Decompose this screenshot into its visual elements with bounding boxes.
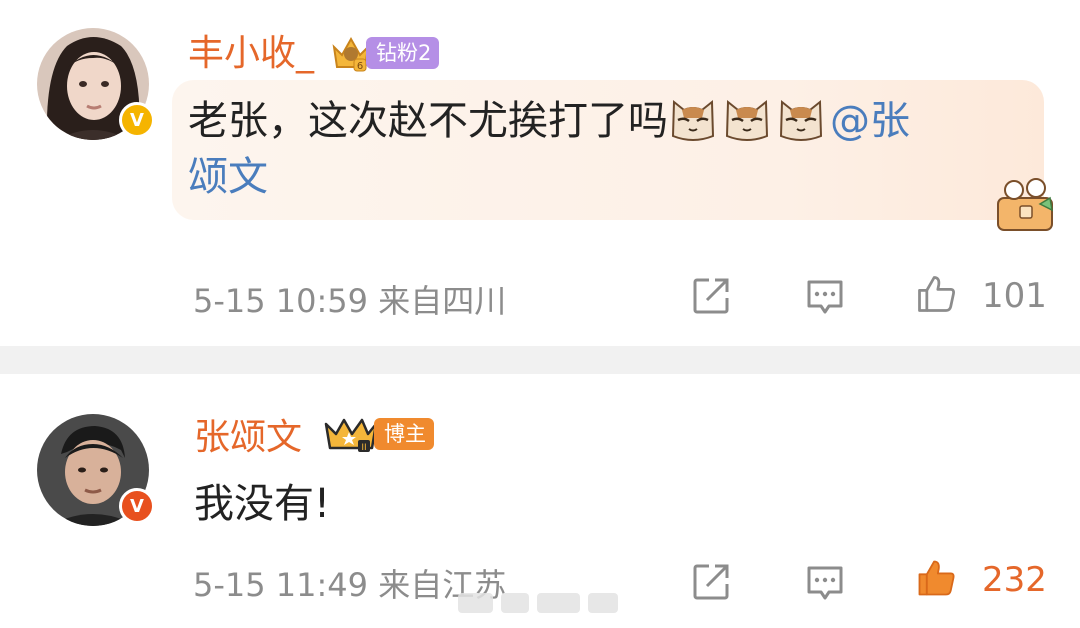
verified-badge-icon: V <box>119 102 155 138</box>
avatar[interactable]: V <box>37 28 155 140</box>
avatar[interactable]: V <box>37 414 155 526</box>
bubble-sticker-decoration-icon <box>997 178 1053 231</box>
username[interactable]: 丰小收_ <box>188 32 314 76</box>
watermark <box>458 593 618 615</box>
comment-divider <box>0 346 1080 374</box>
medal-label: 博主 <box>374 418 434 450</box>
mention-link-continued[interactable]: 颂文 <box>188 154 268 200</box>
cat-face-emoji-icon <box>671 99 715 141</box>
like-count: 232 <box>982 560 1047 600</box>
thumbs-up-icon[interactable] <box>914 272 958 316</box>
username[interactable]: 张颂文 <box>194 416 302 460</box>
fan-medal[interactable]: 6 钻粉2 <box>330 33 440 73</box>
share-icon[interactable] <box>689 274 733 318</box>
comment-item: V 张颂文 II 博主 我没有! 5-15 11:49 来自江苏 232 <box>0 374 1080 628</box>
share-icon[interactable] <box>689 560 733 604</box>
comment-text: 我没有! <box>194 481 331 527</box>
thumbs-up-liked-icon[interactable] <box>914 556 958 600</box>
blogger-medal[interactable]: II 博主 <box>322 414 434 454</box>
medal-label: 钻粉2 <box>366 37 440 69</box>
cat-face-emoji-icon <box>779 99 823 141</box>
verified-badge-icon: V <box>119 488 155 524</box>
like-count: 101 <box>982 276 1047 316</box>
comment-item: V 丰小收_ 6 钻粉2 老张，这次赵不尤挨打了吗 @张 颂文 5-15 10:5… <box>0 0 1080 346</box>
comment-text: 老张，这次赵不尤挨打了吗 @张 颂文 <box>188 93 988 205</box>
cat-face-emoji-icon <box>725 99 769 141</box>
comment-icon[interactable] <box>803 274 847 318</box>
mention-link[interactable]: @张 <box>830 98 910 144</box>
crown-icon: II <box>324 418 378 453</box>
svg-text:6: 6 <box>357 61 363 72</box>
comment-meta: 5-15 10:59 来自四川 <box>193 282 507 320</box>
comment-icon[interactable] <box>803 560 847 604</box>
svg-text:II: II <box>361 443 366 453</box>
comment-text-part: 老张，这次赵不尤挨打了吗 <box>188 98 668 144</box>
